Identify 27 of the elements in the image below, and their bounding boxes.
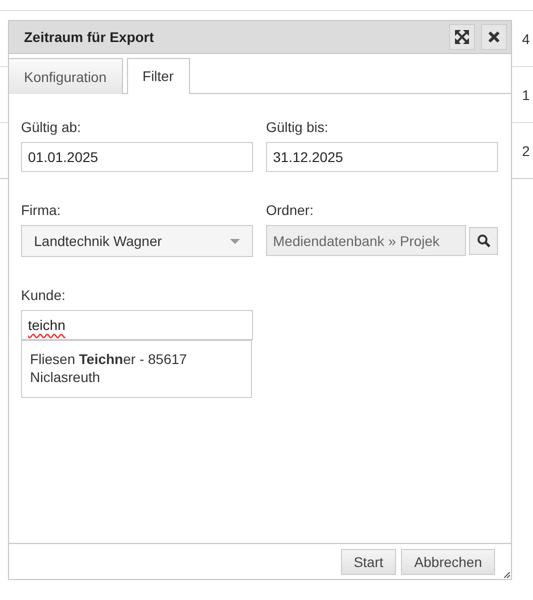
table-cell-text: 4 [522, 30, 531, 46]
tab[interactable]: Konfiguration [9, 58, 123, 94]
expand-icon [454, 29, 470, 45]
dialog-button[interactable]: Abbrechen [401, 548, 495, 574]
customer-field[interactable]: teichn [21, 310, 253, 340]
field-label: Firma: [21, 202, 62, 218]
date-field[interactable]: 31.12.2025 [266, 142, 498, 172]
close-button[interactable] [481, 24, 507, 50]
tab[interactable]: Filter [126, 58, 190, 94]
date-field[interactable]: 01.01.2025 [21, 142, 253, 172]
dialog-title: Zeitraum für Export [24, 29, 155, 45]
field-label: Ordner: [266, 202, 314, 218]
caret-icon [230, 238, 240, 244]
dialog-button[interactable]: Start [340, 548, 396, 574]
table-cell-text: 2 [522, 142, 531, 158]
field-label: Gültig ab: [21, 119, 82, 135]
close-icon [488, 31, 500, 43]
resize-grip-icon[interactable] [504, 572, 510, 578]
suggestion-item[interactable]: Fliesen Teichner - 85617 Niclasreuth [21, 340, 252, 398]
table-cell-text: 1 [522, 86, 531, 102]
field-label: Gültig bis: [266, 119, 330, 135]
field-label: Kunde: [21, 287, 66, 303]
company-dropdown[interactable]: Landtechnik Wagner [21, 225, 253, 257]
search-icon [476, 234, 490, 248]
maximize-button[interactable] [449, 24, 475, 50]
search-button[interactable] [469, 226, 498, 254]
folder-field[interactable]: Mediendatenbank » Projek [266, 225, 466, 256]
